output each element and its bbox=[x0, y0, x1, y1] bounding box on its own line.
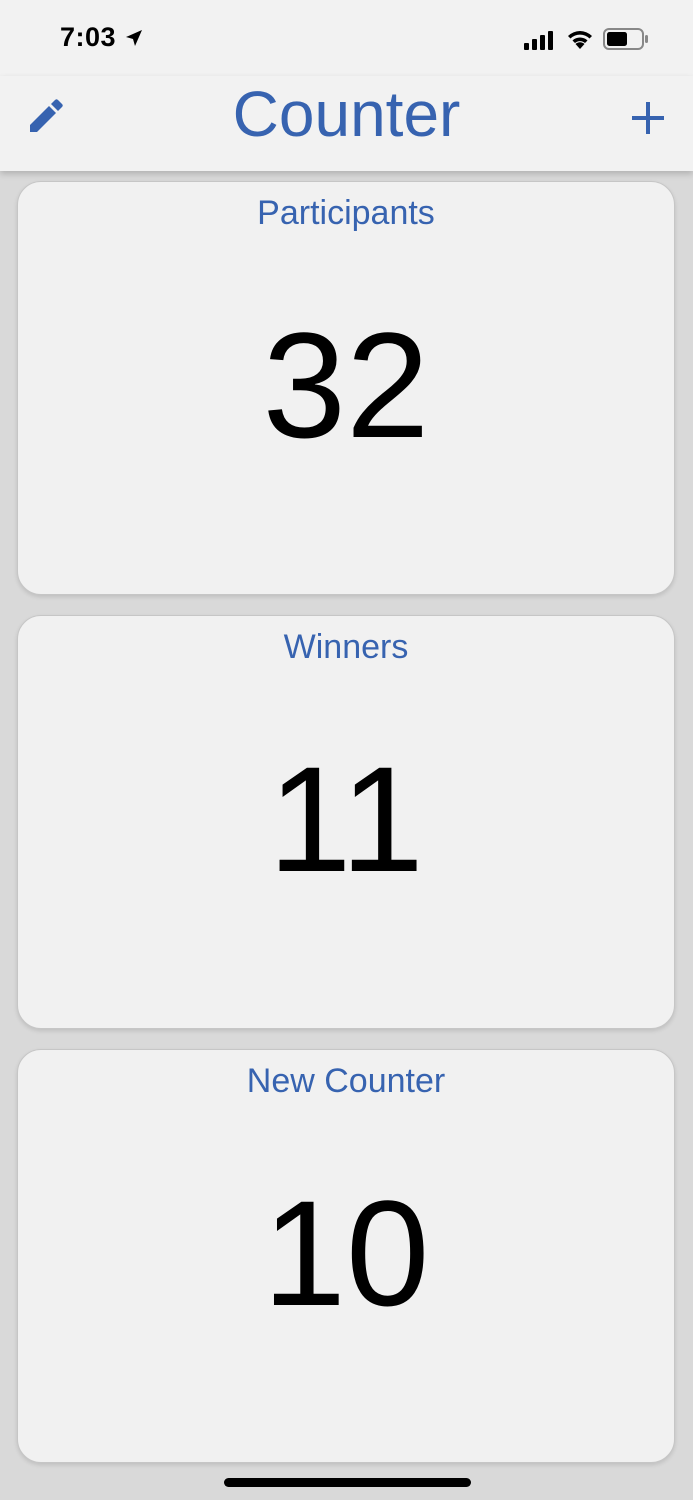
counter-card-new-counter[interactable]: New Counter 10 bbox=[17, 1049, 675, 1463]
counter-value: 10 bbox=[262, 1169, 430, 1337]
counter-label: New Counter bbox=[246, 1062, 446, 1100]
location-arrow-icon bbox=[126, 30, 142, 46]
cellular-signal-icon bbox=[524, 31, 553, 50]
wifi-icon bbox=[568, 31, 592, 49]
counter-card-participants[interactable]: Participants 32 bbox=[17, 181, 675, 595]
page-title: Counter bbox=[232, 78, 461, 150]
counter-card-winners[interactable]: Winners 11 bbox=[17, 615, 675, 1029]
plus-icon bbox=[632, 102, 664, 134]
counter-label: Participants bbox=[257, 194, 435, 232]
navigation-bar: Counter bbox=[0, 76, 693, 171]
status-bar: 7:03 bbox=[0, 0, 693, 76]
counter-value: 11 bbox=[268, 735, 424, 903]
home-indicator[interactable] bbox=[224, 1478, 471, 1487]
battery-icon bbox=[603, 28, 648, 50]
counter-value: 32 bbox=[262, 301, 430, 469]
add-counter-button[interactable] bbox=[620, 90, 676, 146]
counter-label: Winners bbox=[283, 628, 409, 666]
status-time: 7:03 bbox=[60, 22, 117, 52]
